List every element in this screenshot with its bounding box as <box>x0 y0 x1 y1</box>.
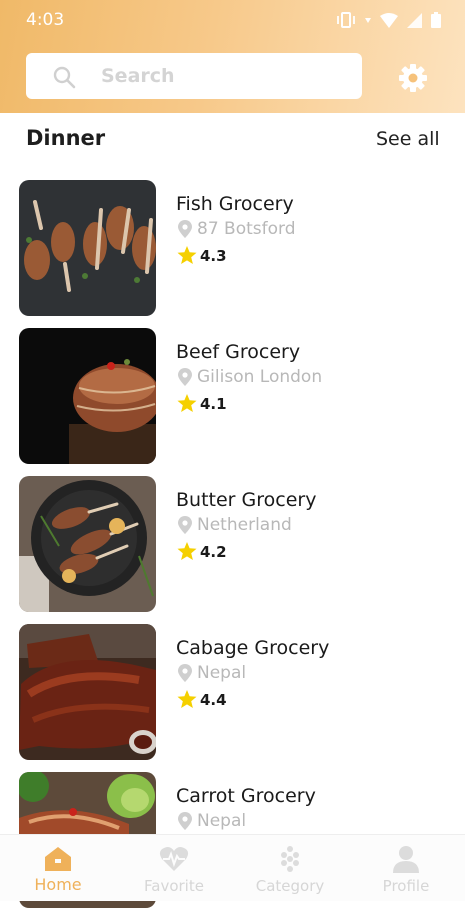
status-bar: 4:03 <box>0 0 465 40</box>
cell-signal-icon <box>407 12 422 28</box>
store-image <box>19 624 156 760</box>
location-pin-icon <box>178 516 192 534</box>
store-name: Butter Grocery <box>176 489 317 511</box>
store-rating: 4.4 <box>200 691 227 709</box>
status-icons <box>336 11 441 29</box>
location-pin-icon <box>178 220 192 238</box>
store-location: Netherland <box>197 515 292 535</box>
data-arrows-icon <box>365 18 371 23</box>
list-item[interactable]: Beef Grocery Gilison London 4.1 <box>0 328 465 465</box>
store-location: Gilison London <box>197 367 323 387</box>
nav-favorite-label: Favorite <box>144 877 204 895</box>
star-icon <box>177 394 197 412</box>
location-pin-icon <box>178 368 192 386</box>
store-name: Cabage Grocery <box>176 637 330 659</box>
location-pin-icon <box>178 664 192 682</box>
store-image <box>19 328 156 464</box>
store-name: Beef Grocery <box>176 341 301 363</box>
store-rating: 4.2 <box>200 543 227 561</box>
home-icon <box>45 847 71 871</box>
store-image <box>19 180 156 316</box>
person-icon <box>393 846 419 873</box>
store-name: Fish Grocery <box>176 193 294 215</box>
app-header: 4:03 Search <box>0 0 465 113</box>
store-location: 87 Botsford <box>197 219 296 239</box>
nav-profile[interactable]: Profile <box>348 835 464 901</box>
store-location: Nepal <box>197 663 247 683</box>
section-title: Dinner <box>26 126 106 150</box>
search-input[interactable]: Search <box>26 53 362 99</box>
star-icon <box>177 690 197 708</box>
location-pin-icon <box>178 812 192 830</box>
list-item[interactable]: Fish Grocery 87 Botsford 4.3 <box>0 180 465 317</box>
nav-favorite[interactable]: Favorite <box>116 835 232 901</box>
gear-icon[interactable] <box>398 63 428 93</box>
vibrate-icon <box>337 12 355 28</box>
nav-profile-label: Profile <box>382 877 430 895</box>
store-name: Carrot Grocery <box>176 785 316 807</box>
store-rating: 4.1 <box>200 395 227 413</box>
star-icon <box>177 542 197 560</box>
store-image <box>19 476 156 612</box>
see-all-link[interactable]: See all <box>376 128 440 150</box>
status-time: 4:03 <box>26 10 65 30</box>
store-location: Nepal <box>197 811 247 831</box>
search-icon <box>53 66 76 89</box>
heart-pulse-icon <box>159 847 189 871</box>
search-placeholder: Search <box>101 65 175 87</box>
wifi-icon <box>380 12 398 28</box>
list-item[interactable]: Butter Grocery Netherland 4.2 <box>0 476 465 613</box>
star-icon <box>177 246 197 264</box>
battery-icon <box>431 12 441 28</box>
nav-home-label: Home <box>34 875 82 894</box>
list-item[interactable]: Cabage Grocery Nepal 4.4 <box>0 624 465 761</box>
nav-category-label: Category <box>255 877 325 895</box>
nav-home[interactable]: Home <box>0 835 116 901</box>
grid-dots-icon <box>281 846 299 872</box>
store-rating: 4.3 <box>200 247 227 265</box>
nav-category[interactable]: Category <box>232 835 348 901</box>
bottom-navigation: Home Favorite Category Profile <box>0 834 465 901</box>
